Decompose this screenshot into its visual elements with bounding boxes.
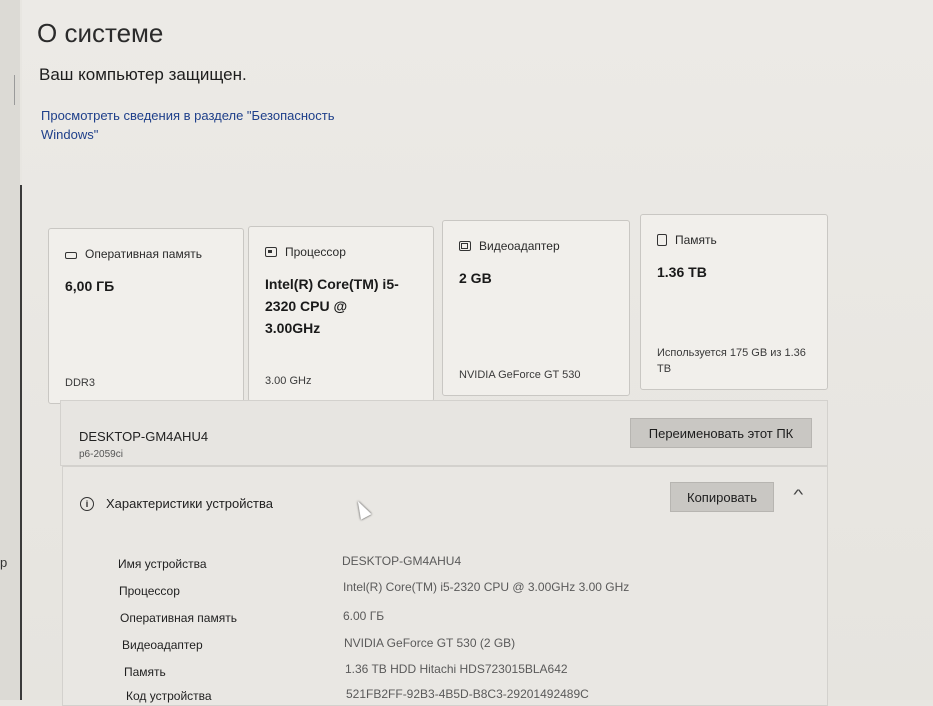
ram-card: Оперативная память 6,00 ГБ DDR3 xyxy=(48,228,244,404)
storage-card-footer: Используется 175 GB из 1.36 TB xyxy=(657,347,806,375)
storage-icon xyxy=(657,234,667,246)
cpu-card-footer: 3.00 GHz xyxy=(265,375,312,387)
spec-label: Код устройства xyxy=(126,689,212,703)
gpu-card-footer: NVIDIA GeForce GT 530 xyxy=(459,369,581,381)
left-window-edge: р xyxy=(0,0,22,700)
rename-pc-button[interactable]: Переименовать этот ПК xyxy=(630,418,812,448)
cpu-card-value: Intel(R) Core(TM) i5-2320 CPU @ 3.00GHz xyxy=(265,276,399,336)
gpu-icon xyxy=(459,241,471,251)
device-name: DESKTOP-GM4AHU4 xyxy=(79,429,209,444)
device-specs-header[interactable]: i Характеристики устройства xyxy=(80,496,273,511)
ram-card-title: Оперативная память xyxy=(85,247,202,261)
ram-card-footer: DDR3 xyxy=(65,377,95,389)
storage-card-value: 1.36 TB xyxy=(657,264,707,280)
storage-card-title: Память xyxy=(675,233,717,247)
device-specs-title: Характеристики устройства xyxy=(106,496,273,511)
spec-value: 521FB2FF-92B3-4B5D-B8C3-29201492489C xyxy=(346,687,589,701)
page-title: О системе xyxy=(37,18,164,48)
copy-specs-button[interactable]: Копировать xyxy=(670,482,774,512)
spec-label: Память xyxy=(124,665,166,679)
cpu-card: Процессор Intel(R) Core(TM) i5-2320 CPU … xyxy=(248,226,434,402)
chevron-up-icon[interactable]: ^ xyxy=(793,486,803,502)
storage-card: Память 1.36 TB Используется 175 GB из 1.… xyxy=(640,214,828,390)
gpu-card-value: 2 GB xyxy=(459,270,492,286)
ram-card-value: 6,00 ГБ xyxy=(65,278,115,294)
protection-status: Ваш компьютер защищен. xyxy=(39,65,247,84)
spec-value: NVIDIA GeForce GT 530 (2 GB) xyxy=(344,636,516,650)
spec-value: 1.36 TB HDD Hitachi HDS723015BLA642 xyxy=(345,662,568,676)
security-details-link[interactable]: Просмотреть сведения в разделе "Безопасн… xyxy=(41,106,361,144)
spec-value: Intel(R) Core(TM) i5-2320 CPU @ 3.00GHz … xyxy=(343,580,630,594)
cpu-icon xyxy=(265,247,277,257)
device-model: p6-2059ci xyxy=(79,449,123,460)
spec-label: Процессор xyxy=(119,584,180,598)
spec-label: Видеоадаптер xyxy=(122,638,203,652)
spec-label: Имя устройства xyxy=(118,557,207,571)
about-page: О системе Ваш компьютер защищен. Просмот… xyxy=(22,0,933,706)
cpu-card-title: Процессор xyxy=(285,245,346,259)
gpu-card-title: Видеоадаптер xyxy=(479,239,560,253)
spec-value: 6.00 ГБ xyxy=(343,609,385,623)
spec-value: DESKTOP-GM4AHU4 xyxy=(342,554,462,568)
info-icon: i xyxy=(80,496,94,511)
left-edge-text: р xyxy=(0,555,8,570)
ram-icon xyxy=(65,251,77,259)
gpu-card: Видеоадаптер 2 GB NVIDIA GeForce GT 530 xyxy=(442,220,630,396)
spec-label: Оперативная память xyxy=(120,611,237,625)
